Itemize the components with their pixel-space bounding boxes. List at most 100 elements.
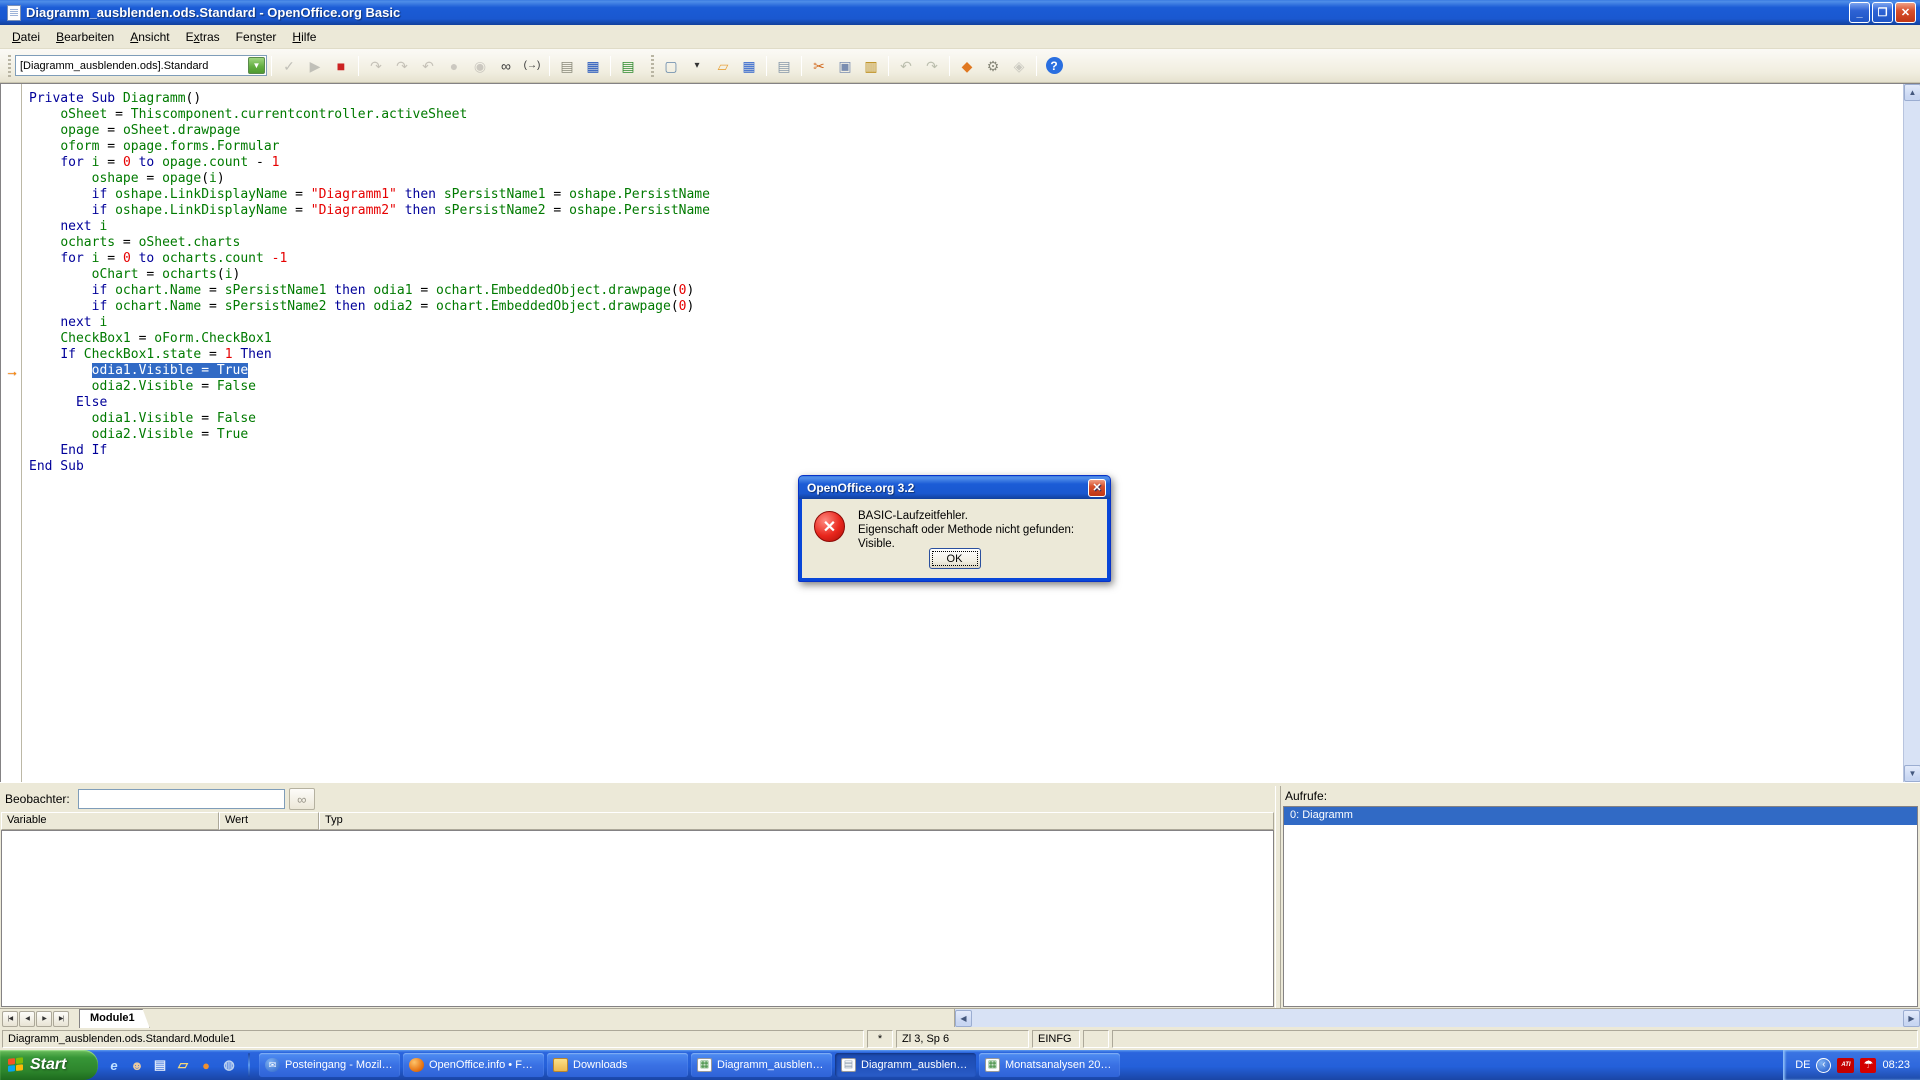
library-select[interactable]: [Diagramm_ausblenden.ods].Standard ▼ <box>15 55 267 76</box>
code-line[interactable]: Private Sub Diagramm() <box>29 91 710 107</box>
code-editor[interactable]: → Private Sub Diagramm() oSheet = Thisco… <box>0 83 1920 782</box>
new-document-icon[interactable]: ▢ <box>659 54 683 78</box>
dialog-close-icon[interactable]: ✕ <box>1088 479 1106 497</box>
code-line[interactable]: odia2.Visible = False <box>29 379 710 395</box>
prev-tab-icon[interactable]: ◀ <box>19 1011 35 1027</box>
watch-input[interactable] <box>78 789 285 809</box>
scroll-left-icon[interactable]: ◀ <box>955 1010 972 1027</box>
code-line[interactable]: oshape = opage(i) <box>29 171 710 187</box>
code-line[interactable]: odia2.Visible = True <box>29 427 710 443</box>
code-line[interactable]: ocharts = oSheet.charts <box>29 235 710 251</box>
column-header-wert[interactable]: Wert <box>219 812 319 830</box>
scroll-up-icon[interactable]: ▲ <box>1904 84 1920 101</box>
first-tab-icon[interactable]: |◀ <box>2 1011 18 1027</box>
scroll-right-icon[interactable]: ▶ <box>1903 1010 1920 1027</box>
avira-tray-icon[interactable]: ☂ <box>1860 1058 1876 1073</box>
menu-hilfe[interactable]: Hilfe <box>284 27 324 47</box>
next-tab-icon[interactable]: ▶ <box>36 1011 52 1027</box>
minimize-button[interactable]: _ <box>1849 2 1870 23</box>
code-line[interactable]: if oshape.LinkDisplayName = "Diagramm1" … <box>29 187 710 203</box>
procedure-step-icon: ↷ <box>364 54 388 78</box>
column-header-variable[interactable]: Variable <box>1 812 219 830</box>
hyperlink-icon[interactable]: ◆ <box>955 54 979 78</box>
calls-list[interactable]: 0: Diagramm <box>1283 806 1918 1007</box>
column-header-typ[interactable]: Typ <box>319 812 1274 830</box>
code-line[interactable]: If CheckBox1.state = 1 Then <box>29 347 710 363</box>
code-line[interactable]: Else <box>29 395 710 411</box>
code-line[interactable]: if ochart.Name = sPersistName2 then odia… <box>29 299 710 315</box>
print-icon[interactable]: ▤ <box>772 54 796 78</box>
task-button[interactable]: ▦Monatsanalysen 201... <box>979 1053 1120 1077</box>
enable-watch-icon[interactable]: ∞ <box>494 54 518 78</box>
start-button[interactable]: Start <box>0 1050 98 1080</box>
code-line[interactable]: odia1.Visible = True <box>29 363 710 379</box>
close-button[interactable]: ✕ <box>1895 2 1916 23</box>
call-stack-row[interactable]: 0: Diagramm <box>1284 807 1917 825</box>
find-parentheses-icon[interactable]: (→) <box>520 54 544 78</box>
code-line[interactable]: End If <box>29 443 710 459</box>
menu-ansicht[interactable]: Ansicht <box>122 27 177 47</box>
basic-ide-icon: ▤ <box>841 1058 856 1072</box>
watch-list[interactable] <box>1 830 1274 1007</box>
scroll-down-icon[interactable]: ▼ <box>1904 765 1920 782</box>
task-label: Diagramm_ausblende... <box>717 1059 826 1071</box>
save-icon[interactable]: ▦ <box>737 54 761 78</box>
ok-button[interactable]: OK <box>929 548 981 569</box>
notes-icon[interactable]: ▤ <box>150 1055 170 1075</box>
restore-button[interactable]: ❐ <box>1872 2 1893 23</box>
task-button[interactable]: Downloads <box>547 1053 688 1077</box>
firefox-icon[interactable]: ● <box>196 1055 216 1075</box>
last-tab-icon[interactable]: ▶| <box>53 1011 69 1027</box>
code-line[interactable]: for i = 0 to opage.count - 1 <box>29 155 710 171</box>
vertical-scrollbar[interactable]: ▲ ▼ <box>1903 84 1920 782</box>
code-line[interactable]: oform = opage.forms.Formular <box>29 139 710 155</box>
code-line[interactable]: oSheet = Thiscomponent.currentcontroller… <box>29 107 710 123</box>
stop-icon[interactable]: ■ <box>329 54 353 78</box>
code-line[interactable]: if oshape.LinkDisplayName = "Diagramm2" … <box>29 203 710 219</box>
browser-icon[interactable]: ◍ <box>219 1055 239 1075</box>
task-button[interactable]: ▦Diagramm_ausblende... <box>691 1053 832 1077</box>
code-line[interactable]: if ochart.Name = sPersistName1 then odia… <box>29 283 710 299</box>
code-line[interactable]: opage = oSheet.drawpage <box>29 123 710 139</box>
add-watch-icon[interactable]: ▤ <box>616 54 640 78</box>
windows-logo-icon <box>8 1057 24 1073</box>
ati-tray-icon[interactable]: ATI <box>1837 1058 1854 1073</box>
code-line[interactable]: odia1.Visible = False <box>29 411 710 427</box>
task-button[interactable]: ✉Posteingang - Mozilla ... <box>259 1053 400 1077</box>
code-line[interactable]: CheckBox1 = oForm.CheckBox1 <box>29 331 710 347</box>
help-icon[interactable]: ? <box>1042 54 1066 78</box>
menu-extras[interactable]: Extras <box>178 27 228 47</box>
menu-fenster[interactable]: Fenster <box>228 27 285 47</box>
save-source-icon[interactable]: ▦ <box>581 54 605 78</box>
taskbar-divider <box>248 1053 250 1077</box>
task-button[interactable]: ▤Diagramm_ausblende... <box>835 1053 976 1077</box>
copy-icon[interactable]: ▣ <box>833 54 857 78</box>
menu-datei[interactable]: Datei <box>4 27 48 47</box>
open-icon[interactable]: ▱ <box>711 54 735 78</box>
code-line[interactable]: for i = 0 to ocharts.count -1 <box>29 251 710 267</box>
code-line[interactable]: next i <box>29 219 710 235</box>
new-dropdown-icon[interactable]: ▾ <box>685 54 709 78</box>
combo-dropdown-icon[interactable]: ▼ <box>248 57 265 74</box>
options-gear-icon[interactable]: ⚙ <box>981 54 1005 78</box>
paste-icon[interactable]: ▥ <box>859 54 883 78</box>
task-button[interactable]: OpenOffice.info • For... <box>403 1053 544 1077</box>
horizontal-scrollbar[interactable]: ◀ ▶ <box>954 1009 1920 1027</box>
language-indicator[interactable]: DE <box>1795 1059 1810 1071</box>
modules-icon[interactable]: ▤ <box>555 54 579 78</box>
code-line[interactable]: oChart = ocharts(i) <box>29 267 710 283</box>
cut-icon[interactable]: ✂ <box>807 54 831 78</box>
messenger-icon[interactable]: ☻ <box>127 1055 147 1075</box>
enable-watch-button: ∞ <box>289 788 315 810</box>
code-line[interactable]: next i <box>29 315 710 331</box>
hide-icons-chevron-icon[interactable]: ‹ <box>1816 1058 1831 1073</box>
explorer-folder-icon[interactable]: ▱ <box>173 1055 193 1075</box>
error-dialog-titlebar[interactable]: OpenOffice.org 3.2 ✕ <box>799 476 1110 499</box>
status-cell-2: Zl 3, Sp 6 <box>896 1030 1029 1048</box>
taskbar-clock[interactable]: 08:23 <box>1882 1059 1910 1071</box>
menu-bearbeiten[interactable]: Bearbeiten <box>48 27 122 47</box>
code-line[interactable]: End Sub <box>29 459 710 475</box>
ie-icon[interactable]: e <box>104 1055 124 1075</box>
tab-module1[interactable]: Module1 <box>79 1009 150 1028</box>
breakpoint-margin[interactable]: → <box>2 84 22 782</box>
